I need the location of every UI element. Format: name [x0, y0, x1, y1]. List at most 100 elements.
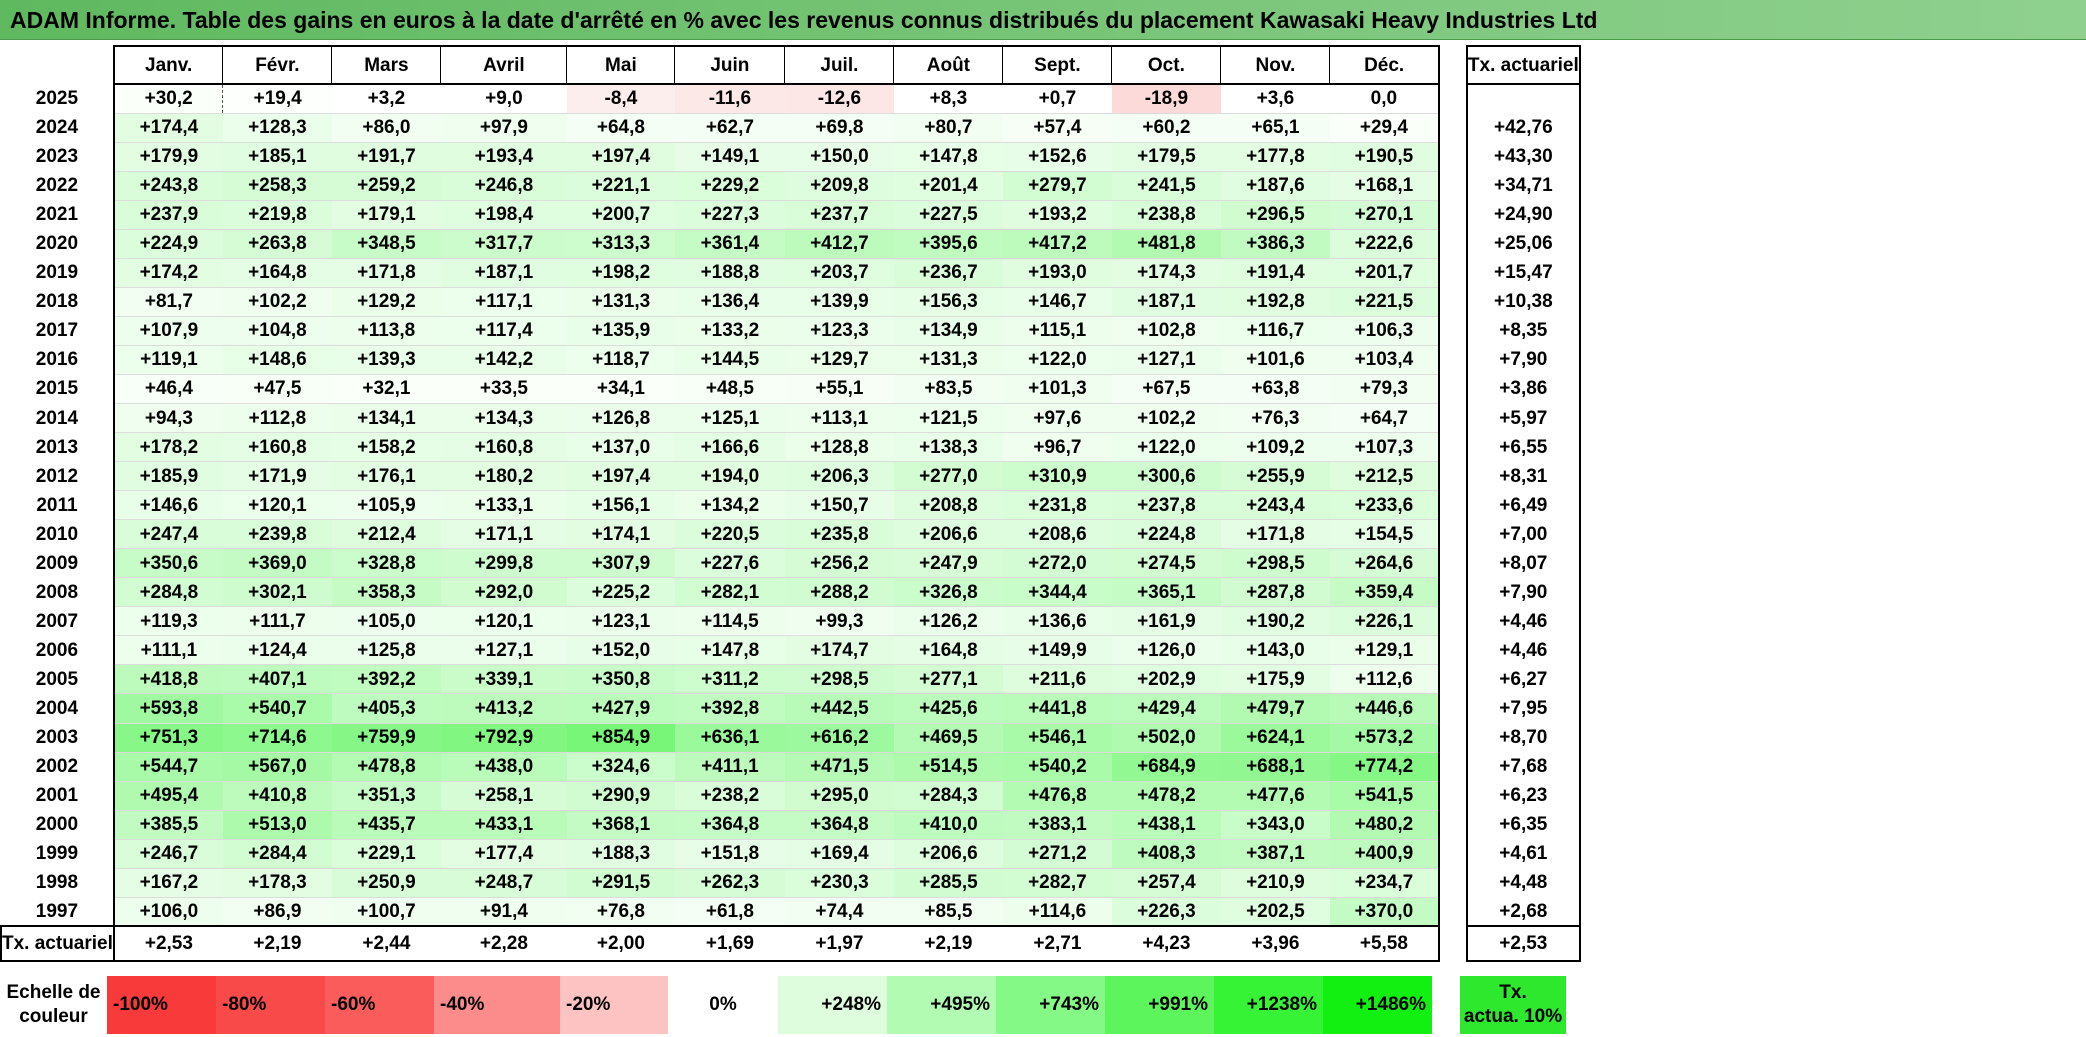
- gain-cell: +229,2: [674, 170, 785, 201]
- table-row: 2020 +224,9 +263,8 +348,5 +317,7 +313,3 +361,4…: [1, 228, 1581, 259]
- gain-cell: +46,4: [112, 373, 223, 404]
- gain-cell: +202,9: [1111, 664, 1221, 694]
- gain-cell: +177,8: [1220, 141, 1330, 172]
- gain-cell: +171,8: [331, 257, 441, 288]
- gain-cell: +146,7: [1002, 286, 1112, 317]
- year-label: 1997: [35, 900, 79, 922]
- table-row: 2007 +119,3 +111,7 +105,0 +120,1 +123,1 +114,5…: [1, 606, 1581, 636]
- footer-rate-cell: +2,53: [113, 925, 223, 963]
- gain-cell: +395,6: [893, 228, 1003, 259]
- gain-cell: +147,8: [674, 635, 785, 665]
- gain-cell: +120,1: [440, 606, 567, 636]
- gain-cell: +854,9: [566, 722, 675, 753]
- gain-cell: +209,8: [784, 170, 894, 201]
- gain-cell: +137,0: [566, 432, 675, 462]
- gain-cell: +282,7: [1002, 867, 1112, 898]
- table-row: 2017 +107,9 +104,8 +113,8 +117,4 +135,9 +133,2…: [1, 315, 1581, 346]
- gain-cell: +129,7: [784, 344, 894, 375]
- gain-cell: +120,1: [222, 490, 332, 520]
- gain-cell: +502,0: [1111, 722, 1221, 753]
- color-scale-swatch: -80%: [216, 976, 325, 1034]
- gain-cell: +211,6: [1002, 664, 1112, 694]
- gain-cell: +201,7: [1329, 257, 1440, 288]
- gain-cell: +495,4: [112, 780, 223, 811]
- gain-cell: +237,9: [112, 199, 223, 230]
- gain-cell: +197,4: [566, 461, 675, 491]
- gain-cell: +684,9: [1111, 751, 1221, 782]
- gain-cell: +174,4: [112, 112, 223, 143]
- column-gap: [1439, 810, 1467, 839]
- gain-cell: +264,6: [1329, 548, 1440, 578]
- gain-cell: +284,4: [222, 838, 332, 869]
- gain-cell: +133,2: [674, 315, 785, 346]
- gain-cell: +8,3: [893, 83, 1003, 114]
- column-gap: [1439, 636, 1467, 665]
- table-row: 2015 +46,4 +47,5 +32,1 +33,5 +34,1 +48,5 +55,1 +…: [1, 373, 1581, 404]
- table-row: 2008 +284,8 +302,1 +358,3 +292,0 +225,2 +282,1…: [1, 577, 1581, 607]
- gain-cell: +237,8: [1111, 490, 1221, 520]
- gain-cell: +188,8: [674, 257, 785, 288]
- gain-cell: +55,1: [784, 373, 894, 404]
- gain-cell: +441,8: [1002, 693, 1112, 724]
- month-header: Févr.: [222, 45, 333, 85]
- column-gap: [1439, 113, 1467, 142]
- gain-cell: +311,2: [674, 664, 785, 694]
- gain-cell: +243,8: [112, 170, 223, 201]
- gain-cell: +48,5: [674, 373, 785, 404]
- gain-cell: +167,2: [112, 867, 223, 898]
- gain-cell: +351,3: [331, 780, 441, 811]
- gain-cell: +361,4: [674, 228, 785, 259]
- gain-cell: +636,1: [674, 722, 785, 753]
- gain-cell: +350,6: [112, 548, 223, 578]
- color-scale-swatch: -60%: [325, 976, 434, 1034]
- gain-cell: +131,3: [566, 286, 675, 317]
- gain-cell: +136,4: [674, 286, 785, 317]
- year-label: 2010: [35, 523, 79, 545]
- actuarial-rate-cell: +8,35: [1465, 316, 1581, 346]
- gain-cell: +80,7: [893, 112, 1003, 143]
- actuarial-rate-cell: +8,31: [1465, 461, 1581, 491]
- gain-cell: +114,5: [674, 606, 785, 636]
- gain-cell: +34,1: [566, 373, 675, 404]
- gain-cell: +407,1: [222, 664, 332, 694]
- year-label: 2018: [35, 291, 79, 313]
- gain-cell: +96,7: [1002, 432, 1112, 462]
- footer-rate-cell: +4,23: [1111, 925, 1221, 963]
- gain-cell: +79,3: [1329, 373, 1440, 404]
- gain-cell: +408,3: [1111, 838, 1221, 869]
- year-label: 2020: [35, 233, 79, 255]
- gain-cell: +128,8: [784, 432, 894, 462]
- gain-cell: +111,7: [222, 606, 332, 636]
- table-row: 2002 +544,7 +567,0 +478,8 +438,0 +324,6 +411,1…: [1, 751, 1581, 782]
- column-gap: [1439, 404, 1467, 433]
- gain-cell: +129,2: [331, 286, 441, 317]
- gain-cell: +61,8: [674, 896, 785, 927]
- color-scale-swatch: -40%: [434, 976, 560, 1034]
- gain-cell: +227,5: [893, 199, 1003, 230]
- column-gap: [1439, 433, 1467, 462]
- actuarial-rate-cell: +7,68: [1465, 752, 1581, 782]
- gain-cell: +477,6: [1220, 780, 1330, 811]
- year-label: 2024: [35, 117, 79, 139]
- actuarial-rate-cell: +4,46: [1465, 606, 1581, 636]
- footer-rate-cell: +2,44: [331, 925, 441, 963]
- gain-cell: +435,7: [331, 809, 441, 840]
- table-row: 2009 +350,6 +369,0 +328,8 +299,8 +307,9 +227,6…: [1, 548, 1581, 578]
- gain-cell: +774,2: [1329, 751, 1440, 782]
- gain-cell: +123,1: [566, 606, 675, 636]
- month-header: Janv.: [112, 45, 224, 85]
- gain-cell: +256,2: [784, 548, 894, 578]
- gain-cell: -18,9: [1111, 83, 1221, 114]
- actuarial-rate-cell: +4,48: [1465, 868, 1581, 898]
- gain-cell: +317,7: [440, 228, 567, 259]
- gain-cell: +540,2: [1002, 751, 1112, 782]
- gain-cell: +138,3: [893, 432, 1003, 462]
- actuarial-rate-cell: +3,86: [1465, 374, 1581, 404]
- table-row: 2001 +495,4 +410,8 +351,3 +258,1 +290,9 +238,2…: [1, 780, 1581, 811]
- gain-cell: +134,3: [440, 403, 567, 433]
- gain-cell: +112,8: [222, 403, 332, 433]
- gain-cell: +410,8: [222, 780, 332, 811]
- gain-cell: +123,3: [784, 315, 894, 346]
- gain-cell: +238,8: [1111, 199, 1221, 230]
- month-header: Juin: [674, 45, 786, 85]
